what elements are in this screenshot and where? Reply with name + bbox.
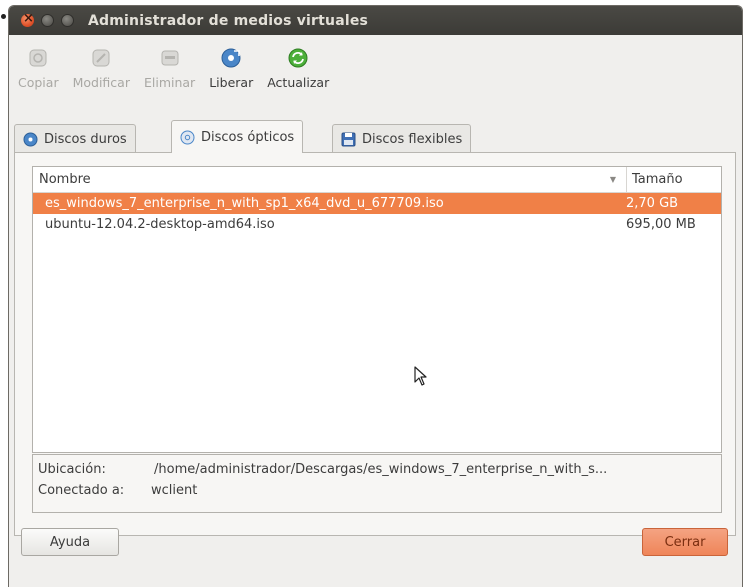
- column-name-label: Nombre: [39, 172, 91, 187]
- tab-floppy-disks-label: Discos flexibles: [362, 131, 463, 147]
- tab-hard-disks-label: Discos duros: [44, 131, 127, 147]
- tab-bar: Discos duros Discos ópticos Discos flexi…: [9, 120, 742, 153]
- details-box: Ubicación: /home/administrador/Descargas…: [32, 454, 722, 513]
- attached-label: Conectado a:: [38, 483, 125, 498]
- tab-panel: Nombre ▼ Tamaño es_windows_7_enterprise_…: [14, 152, 736, 536]
- modify-button[interactable]: Modificar: [68, 35, 135, 90]
- release-button[interactable]: Liberar: [204, 35, 258, 90]
- copy-button[interactable]: Copiar: [13, 35, 64, 90]
- release-disk-icon: [221, 48, 241, 68]
- row-name: es_windows_7_enterprise_n_with_sp1_x64_d…: [45, 196, 444, 211]
- copy-disk-icon: [29, 49, 47, 67]
- hard-disk-icon: [23, 132, 38, 146]
- tab-floppy-disks[interactable]: Discos flexibles: [332, 124, 472, 153]
- floppy-disk-icon: [341, 132, 356, 146]
- table-row[interactable]: ubuntu-12.04.2-desktop-amd64.iso 695,00 …: [33, 214, 721, 235]
- table-row[interactable]: es_windows_7_enterprise_n_with_sp1_x64_d…: [33, 193, 721, 214]
- attached-value: wclient: [151, 483, 198, 498]
- column-header-name[interactable]: Nombre ▼: [33, 167, 627, 192]
- toolbar: Copiar Modificar Eliminar Liberar Actual…: [9, 35, 742, 102]
- refresh-button[interactable]: Actualizar: [262, 35, 334, 90]
- modify-disk-icon: [92, 49, 110, 67]
- tab-optical-discs-label: Discos ópticos: [201, 129, 295, 145]
- window-close-button[interactable]: [21, 11, 34, 27]
- column-header-size[interactable]: Tamaño: [627, 167, 683, 192]
- remove-label: Eliminar: [143, 75, 196, 90]
- optical-discs-list[interactable]: Nombre ▼ Tamaño es_windows_7_enterprise_…: [32, 166, 722, 453]
- row-size: 2,70 GB: [626, 196, 679, 211]
- remove-button[interactable]: Eliminar: [139, 35, 200, 90]
- optical-disc-icon: [180, 130, 195, 144]
- remove-disk-icon: [161, 50, 179, 66]
- close-button-label: Cerrar: [664, 534, 706, 550]
- tab-hard-disks[interactable]: Discos duros: [14, 124, 136, 153]
- sort-indicator-icon: ▼: [609, 175, 616, 184]
- window-title: Administrador de medios virtuales: [88, 12, 369, 29]
- modify-label: Modificar: [72, 75, 130, 90]
- refresh-icon: [288, 48, 308, 68]
- copy-label: Copiar: [18, 75, 59, 90]
- release-label: Liberar: [209, 75, 254, 90]
- help-button-label: Ayuda: [49, 534, 91, 550]
- row-name: ubuntu-12.04.2-desktop-amd64.iso: [45, 217, 275, 232]
- mouse-pointer-icon: [414, 366, 427, 386]
- media-manager-window: Administrador de medios virtuales Copiar…: [8, 5, 743, 587]
- location-value: /home/administrador/Descargas/es_windows…: [154, 462, 608, 477]
- window-minimize-button[interactable]: [41, 14, 54, 27]
- title-bar: Administrador de medios virtuales: [9, 6, 742, 35]
- close-button[interactable]: Cerrar: [642, 528, 728, 556]
- page-bullet: [1, 14, 6, 19]
- help-button[interactable]: Ayuda: [21, 528, 119, 556]
- column-size-label: Tamaño: [632, 172, 683, 187]
- location-label: Ubicación:: [38, 462, 106, 477]
- list-header: Nombre ▼ Tamaño: [33, 167, 721, 193]
- tab-optical-discs[interactable]: Discos ópticos: [171, 120, 304, 153]
- row-size: 695,00 MB: [626, 217, 696, 232]
- refresh-label: Actualizar: [267, 75, 330, 90]
- window-maximize-button[interactable]: [61, 14, 74, 27]
